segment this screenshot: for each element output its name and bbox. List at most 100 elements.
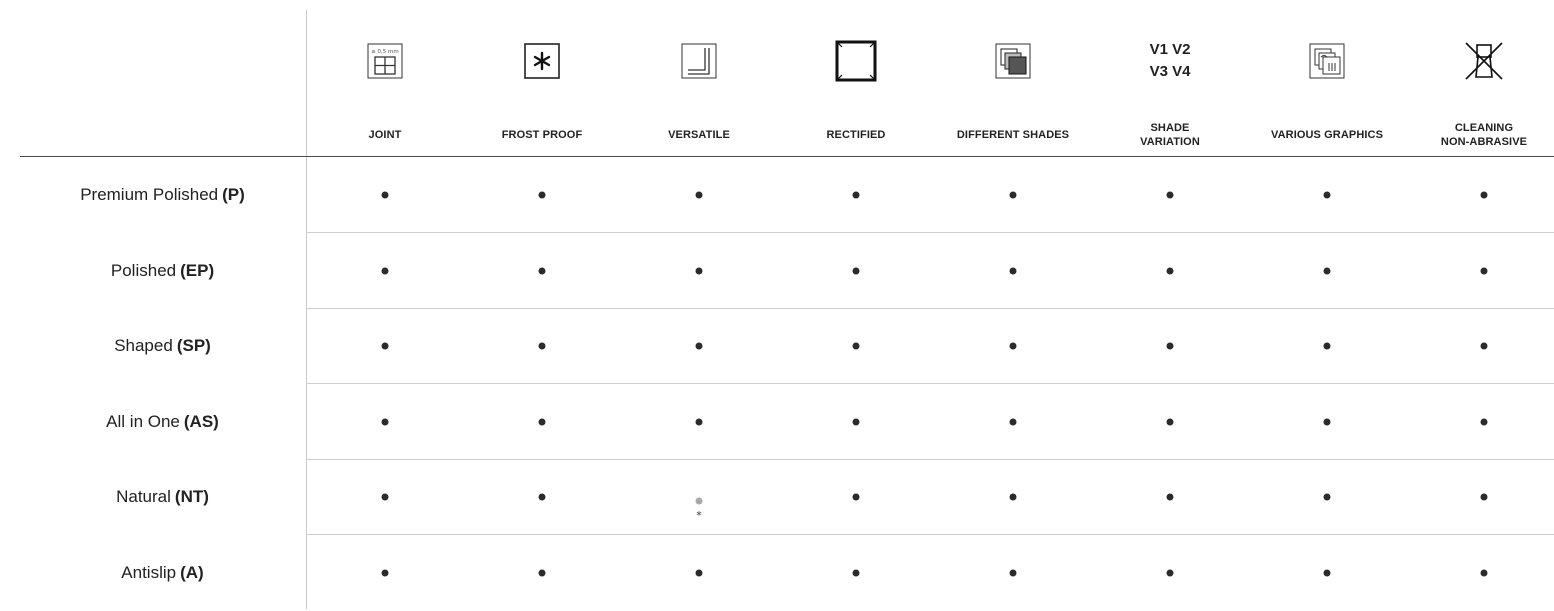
table-cell: [467, 308, 617, 384]
feature-dot: [1166, 191, 1174, 199]
row-label: Antislip (A): [20, 535, 305, 611]
row-label: All in One (AS): [20, 384, 305, 460]
row-label: Polished (EP): [20, 233, 305, 309]
column-header-cleaning: CLEANING NON-ABRASIVE: [1409, 0, 1554, 156]
table-cell: [1095, 157, 1245, 233]
table-cell: [781, 384, 931, 460]
feature-dot: [538, 267, 546, 275]
table-cell: [781, 308, 931, 384]
column-label-various-graphics: VARIOUS GRAPHICS: [1270, 129, 1384, 141]
table-cell: [938, 384, 1088, 460]
table-row: All in One (AS): [20, 384, 1554, 460]
column-label-joint: JOINT: [368, 129, 402, 141]
layered-squares-icon: [990, 38, 1036, 84]
feature-dot: [1009, 342, 1017, 350]
feature-dot: [852, 493, 860, 501]
table-cell: [624, 233, 774, 309]
row-code: (P): [222, 185, 245, 204]
feature-dot: [381, 342, 389, 350]
feature-dot: [1166, 493, 1174, 501]
feature-dot: [695, 418, 703, 426]
feature-dot: [1166, 267, 1174, 275]
table-row: Natural (NT) *: [20, 459, 1554, 536]
table-cell: [310, 384, 460, 460]
stacked-graphics-icon: [1304, 38, 1350, 84]
column-label-different-shades: DIFFERENT SHADES: [956, 129, 1070, 141]
row-name: Polished: [110, 260, 177, 280]
row-code: (SP): [176, 336, 211, 356]
table-cell: *: [624, 459, 774, 535]
row-label: Natural (NT): [20, 459, 305, 535]
table-cell: [1095, 308, 1245, 384]
feature-dot: [538, 493, 546, 501]
table-cell: [1252, 384, 1402, 460]
table-cell: [467, 157, 617, 233]
feature-dot: [381, 569, 389, 577]
column-header-joint: ≥ 0,5 mm JOINT: [310, 0, 460, 156]
feature-dot: [1166, 569, 1174, 577]
features-table: ≥ 0,5 mm JOINT FROST PROOF VERSATILE REC…: [0, 0, 1554, 609]
feature-dot: [1480, 342, 1488, 350]
joint-icon: ≥ 0,5 mm: [362, 38, 408, 84]
feature-dot: [695, 569, 703, 577]
table-cell: [624, 535, 774, 611]
feature-dot: [1323, 418, 1331, 426]
column-label-shade-variation: SHADE VARIATION: [1140, 122, 1200, 148]
table-cell: [310, 308, 460, 384]
feature-dot: [1166, 342, 1174, 350]
feature-dot: [1009, 267, 1017, 275]
feature-dot: [852, 342, 860, 350]
table-cell: [781, 233, 931, 309]
row-label: Shaped (SP): [20, 308, 305, 384]
feature-dot: [538, 418, 546, 426]
table-cell: [624, 157, 774, 233]
table-cell: [938, 233, 1088, 309]
row-code: (A): [180, 563, 204, 582]
table-cell: [938, 157, 1088, 233]
table-cell: [1409, 157, 1554, 233]
table-cell: [1409, 535, 1554, 611]
table-cell: [467, 459, 617, 535]
table-cell: [1409, 459, 1554, 535]
table-cell: [1252, 308, 1402, 384]
feature-dot: [1323, 569, 1331, 577]
row-code: (AS): [183, 411, 219, 431]
feature-dot: [1480, 267, 1488, 275]
column-header-rectified: RECTIFIED: [781, 0, 931, 156]
table-cell: [1409, 233, 1554, 309]
feature-dot: [1009, 418, 1017, 426]
feature-dot: [1480, 493, 1488, 501]
corner-icon: [676, 38, 722, 84]
feature-dot: [1323, 191, 1331, 199]
feature-dot: [852, 191, 860, 199]
column-header-frost-proof: FROST PROOF: [467, 0, 617, 156]
feature-dot: [538, 342, 546, 350]
feature-dot: [381, 267, 389, 275]
row-name: Shaped: [114, 336, 173, 356]
column-label-frost-proof: FROST PROOF: [501, 129, 583, 141]
table-cell: [1409, 384, 1554, 460]
table-cell: [781, 535, 931, 611]
feature-dot: [695, 267, 703, 275]
row-code: (EP): [180, 260, 215, 280]
table-cell: [938, 308, 1088, 384]
table-cell: [1095, 535, 1245, 611]
table-cell: [1252, 535, 1402, 611]
feature-dot: [1009, 493, 1017, 501]
table-cell: [1095, 233, 1245, 309]
table-cell: [467, 384, 617, 460]
feature-dot: [695, 342, 703, 350]
feature-dot: [538, 191, 546, 199]
table-row: Premium Polished (P): [20, 157, 1554, 233]
row-name: Antislip: [121, 563, 177, 582]
feature-dot: [852, 267, 860, 275]
feature-dot: [381, 493, 389, 501]
table-cell: [781, 459, 931, 535]
table-cell: [624, 384, 774, 460]
partial-dot: [695, 497, 703, 505]
column-header-versatile: VERSATILE: [624, 0, 774, 156]
row-name: Natural: [116, 487, 171, 507]
row-name: All in One: [106, 411, 180, 431]
table-cell: [310, 535, 460, 611]
feature-dot: [1166, 418, 1174, 426]
